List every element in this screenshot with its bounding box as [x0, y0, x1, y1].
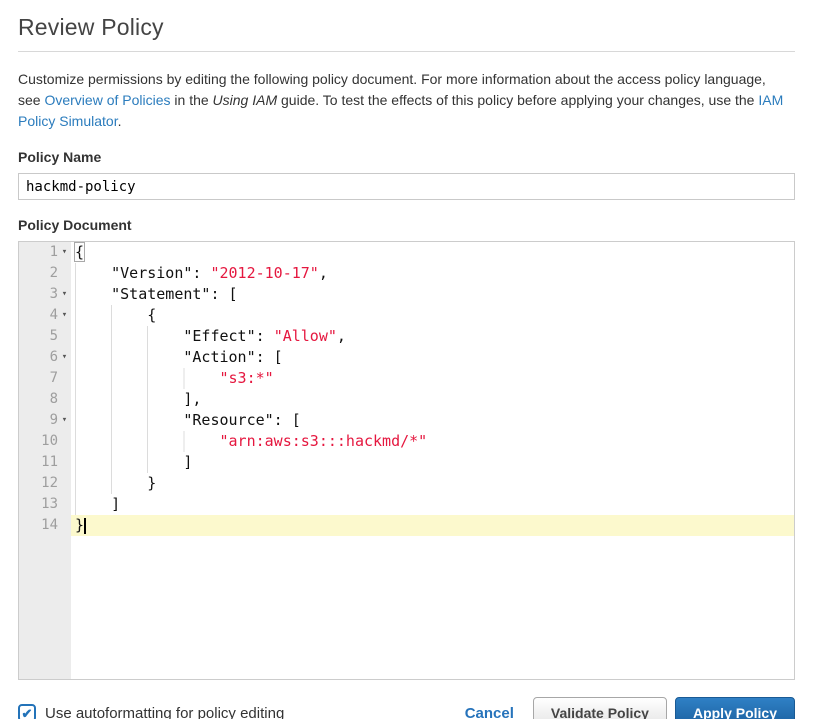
autoformat-checkbox-group[interactable]: ✔ Use autoformatting for policy editing — [18, 704, 284, 719]
code-text: { — [75, 243, 84, 261]
gutter-row: 14 — [19, 515, 71, 536]
gutter-row: 9▾ — [19, 410, 71, 431]
line-number: 11 — [41, 452, 58, 473]
line-number: 14 — [41, 515, 58, 536]
gutter-row: 7 — [19, 368, 71, 389]
line-number: 1 — [50, 242, 58, 263]
gutter-row: 2 — [19, 263, 71, 284]
text-cursor — [84, 518, 86, 534]
overview-of-policies-link[interactable]: Overview of Policies — [44, 92, 170, 108]
code-line[interactable]: "Statement": [ — [71, 284, 794, 305]
code-string: "s3:*" — [220, 369, 274, 387]
policy-name-input[interactable] — [18, 173, 795, 200]
validate-policy-button[interactable]: Validate Policy — [533, 697, 667, 719]
autoformat-checkbox[interactable]: ✔ — [18, 704, 36, 719]
code-text: ], — [75, 390, 201, 408]
line-number: 12 — [41, 473, 58, 494]
code-string: "Allow" — [274, 327, 337, 345]
gutter-row: 6▾ — [19, 347, 71, 368]
line-number: 13 — [41, 494, 58, 515]
intro-paragraph: Customize permissions by editing the fol… — [18, 69, 788, 132]
line-number: 2 — [50, 263, 58, 284]
code-text — [75, 432, 220, 450]
gutter-row: 4▾ — [19, 305, 71, 326]
editor-code[interactable]: { "Version": "2012-10-17", "Statement": … — [71, 242, 794, 679]
code-text: "Version": — [75, 264, 210, 282]
code-line[interactable]: ] — [71, 452, 794, 473]
code-line[interactable]: ], — [71, 389, 794, 410]
code-text: } — [75, 474, 156, 492]
policy-document-editor[interactable]: 1▾23▾4▾56▾789▾1011121314 { "Version": "2… — [18, 241, 795, 680]
fold-arrow-icon[interactable]: ▾ — [58, 242, 71, 263]
apply-policy-button[interactable]: Apply Policy — [675, 697, 795, 719]
code-line[interactable]: } — [71, 473, 794, 494]
line-number: 7 — [50, 368, 58, 389]
code-text: , — [319, 264, 328, 282]
code-text: } — [75, 516, 84, 534]
code-line[interactable]: { — [71, 242, 794, 263]
intro-text-3: guide. To test the effects of this polic… — [277, 92, 758, 108]
gutter-row: 12 — [19, 473, 71, 494]
gutter-row: 11 — [19, 452, 71, 473]
code-line[interactable]: "s3:*" — [71, 368, 794, 389]
code-text — [75, 369, 220, 387]
title-divider — [18, 51, 795, 52]
fold-arrow-icon[interactable]: ▾ — [58, 305, 71, 326]
code-text: "Resource": [ — [75, 411, 301, 429]
autoformat-label: Use autoformatting for policy editing — [45, 705, 284, 719]
line-number: 5 — [50, 326, 58, 347]
code-text: "Effect": — [75, 327, 274, 345]
code-line[interactable]: "Resource": [ — [71, 410, 794, 431]
code-text: { — [75, 306, 156, 324]
code-line[interactable]: "arn:aws:s3:::hackmd/*" — [71, 431, 794, 452]
gutter-row: 1▾ — [19, 242, 71, 263]
gutter-row: 13 — [19, 494, 71, 515]
code-text: "Action": [ — [75, 348, 283, 366]
gutter-row: 10 — [19, 431, 71, 452]
line-number: 4 — [50, 305, 58, 326]
footer-bar: ✔ Use autoformatting for policy editing … — [18, 697, 795, 719]
code-text: "Statement": [ — [75, 285, 238, 303]
intro-text-4: . — [118, 113, 122, 129]
line-number: 10 — [41, 431, 58, 452]
line-number: 6 — [50, 347, 58, 368]
policy-document-label: Policy Document — [18, 217, 795, 233]
code-string: "2012-10-17" — [210, 264, 318, 282]
fold-arrow-icon[interactable]: ▾ — [58, 284, 71, 305]
gutter-row: 5 — [19, 326, 71, 347]
line-number: 3 — [50, 284, 58, 305]
code-text: ] — [75, 453, 192, 471]
code-line[interactable]: } — [71, 515, 794, 536]
code-line[interactable]: ] — [71, 494, 794, 515]
code-line[interactable]: "Action": [ — [71, 347, 794, 368]
line-number: 8 — [50, 389, 58, 410]
line-number: 9 — [50, 410, 58, 431]
code-text: ] — [75, 495, 120, 513]
gutter-row: 8 — [19, 389, 71, 410]
code-line[interactable]: "Version": "2012-10-17", — [71, 263, 794, 284]
gutter-row: 3▾ — [19, 284, 71, 305]
action-buttons: Cancel Validate Policy Apply Policy — [465, 697, 795, 719]
fold-arrow-icon[interactable]: ▾ — [58, 347, 71, 368]
code-text: , — [337, 327, 346, 345]
page-title: Review Policy — [18, 14, 795, 41]
fold-arrow-icon[interactable]: ▾ — [58, 410, 71, 431]
code-line[interactable]: { — [71, 305, 794, 326]
code-string: "arn:aws:s3:::hackmd/*" — [220, 432, 428, 450]
code-line[interactable]: "Effect": "Allow", — [71, 326, 794, 347]
editor-gutter: 1▾23▾4▾56▾789▾1011121314 — [19, 242, 71, 679]
review-policy-page: Review Policy Customize permissions by e… — [0, 0, 814, 719]
using-iam-guide-name: Using IAM — [213, 92, 278, 108]
cancel-link[interactable]: Cancel — [465, 705, 514, 719]
intro-text-2: in the — [171, 92, 213, 108]
policy-name-label: Policy Name — [18, 149, 795, 165]
